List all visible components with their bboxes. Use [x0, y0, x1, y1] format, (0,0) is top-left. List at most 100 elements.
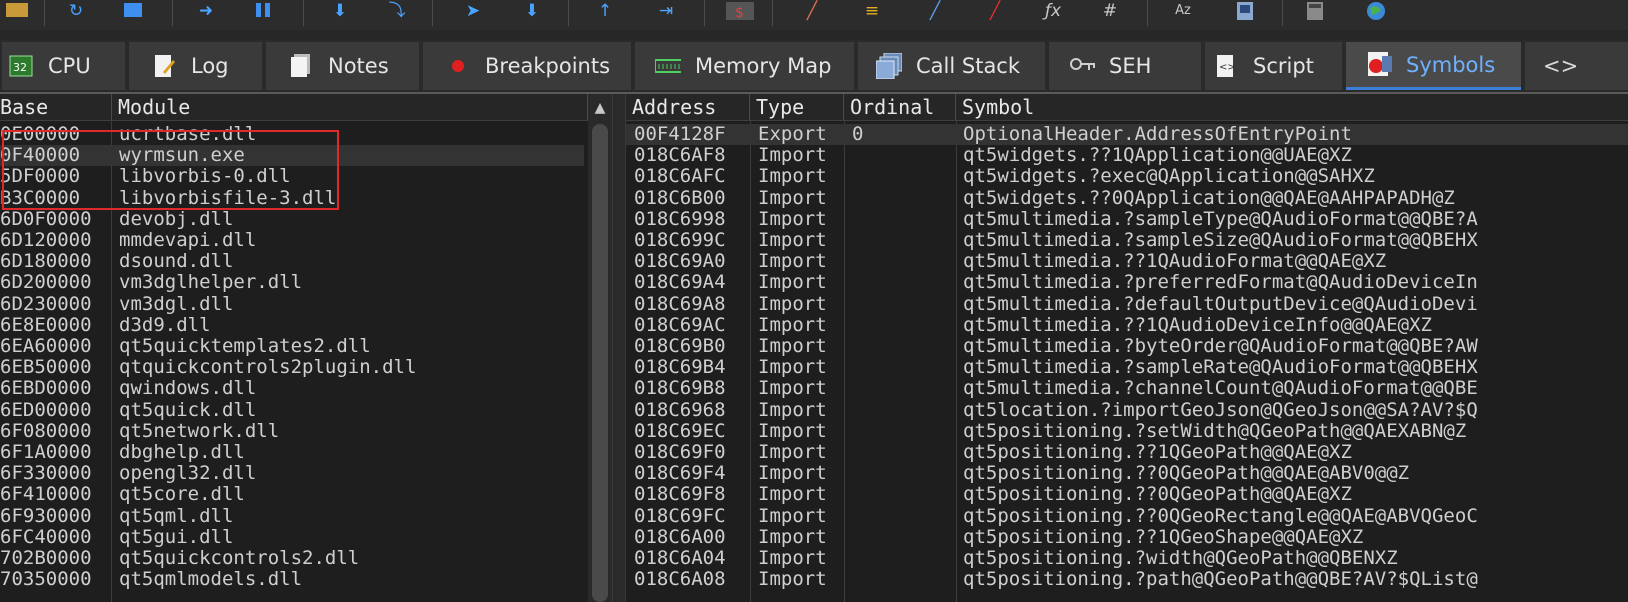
column-header-ordinal[interactable]: Ordinal: [844, 94, 956, 120]
table-row[interactable]: 6D200000 vm3dglhelper.dll: [0, 272, 584, 293]
column-header-symbol[interactable]: Symbol: [956, 94, 1628, 120]
symbol-name: qt5widgets.??0QApplication@@QAE@AAHPAPAD…: [963, 187, 1455, 209]
table-row[interactable]: 018C6AF8 Import qt5widgets.??1QApplication…: [626, 145, 1628, 166]
tab-notes[interactable]: Notes: [266, 42, 419, 90]
table-row[interactable]: 00F4128F Export 0 OptionalHeader.AddressOfE…: [626, 124, 1628, 145]
table-row[interactable]: 6EA60000 qt5quicktemplates2.dll: [0, 336, 584, 357]
symbol-address: 018C69F0: [634, 442, 726, 463]
function-icon[interactable]: ƒx: [1036, 2, 1070, 20]
pause-icon[interactable]: [250, 2, 276, 20]
column-header-type[interactable]: Type: [750, 94, 844, 120]
table-row[interactable]: 6EB50000 qtquickcontrols2plugin.dll: [0, 357, 584, 378]
module-name: qwindows.dll: [119, 378, 257, 400]
table-row[interactable]: 018C6A04 Import qt5positioning.?width@QGeo…: [626, 548, 1628, 569]
symbol-address: 018C69A8: [634, 293, 726, 315]
table-row[interactable]: 6D180000 dsound.dll: [0, 251, 584, 272]
notepad-icon[interactable]: [1232, 2, 1258, 20]
symbol-type: Import: [758, 187, 827, 209]
table-row[interactable]: 018C69FC Import qt5positioning.??0QGeoRect…: [626, 506, 1628, 527]
tab-log[interactable]: Log: [129, 42, 262, 90]
table-row[interactable]: 6D230000 vm3dgl.dll: [0, 294, 584, 315]
module-base-address: 6E8E0000: [0, 314, 92, 336]
table-row[interactable]: 018C6B00 Import qt5widgets.??0QApplication…: [626, 188, 1628, 209]
table-row[interactable]: 018C69EC Import qt5positioning.?setWidth@Q…: [626, 421, 1628, 442]
table-row[interactable]: 702B0000 qt5quickcontrols2.dll: [0, 548, 584, 569]
table-row[interactable]: 6ED00000 qt5quick.dll: [0, 400, 584, 421]
scroll-thumb[interactable]: [592, 124, 608, 602]
symbol-address: 018C69B0: [634, 336, 726, 357]
symbol-type: Import: [758, 230, 827, 251]
tab-breakpoints[interactable]: Breakpoints: [423, 42, 631, 90]
panel-splitter[interactable]: [612, 94, 626, 602]
symbol-type: Import: [758, 293, 827, 315]
trace-into-icon[interactable]: ↑: [590, 2, 620, 20]
table-row[interactable]: 6EBD0000 qwindows.dll: [0, 378, 584, 399]
table-row[interactable]: 018C6968 Import qt5location.?importGeoJson…: [626, 400, 1628, 421]
column-header-base[interactable]: Base: [0, 94, 112, 120]
table-row[interactable]: 6F410000 qt5core.dll: [0, 484, 584, 505]
stop-icon[interactable]: [120, 2, 146, 20]
symbol-address: 018C6AFC: [634, 166, 726, 188]
symbol-name: qt5widgets.??1QApplication@@UAE@XZ: [963, 145, 1352, 167]
globe-icon[interactable]: [1362, 2, 1390, 20]
table-row[interactable]: 70350000 qt5qmlmodels.dll: [0, 569, 584, 590]
symbol-address: 018C69AC: [634, 314, 726, 336]
save-icon[interactable]: [4, 2, 30, 20]
run-icon[interactable]: ➜: [190, 2, 222, 20]
table-row[interactable]: 018C69B0 Import qt5multimedia.?byteOrder@Q…: [626, 336, 1628, 357]
tab-symbols[interactable]: Symbols: [1346, 42, 1521, 90]
table-row[interactable]: 6F330000 opengl32.dll: [0, 463, 584, 484]
table-row[interactable]: 018C69A4 Import qt5multimedia.?preferredFo…: [626, 272, 1628, 293]
bookmark-icon[interactable]: ╱: [978, 2, 1012, 20]
symbol-name: qt5widgets.?exec@QApplication@@SAHXZ: [963, 166, 1375, 188]
tab-seh[interactable]: SEH: [1049, 42, 1201, 90]
column-header-module[interactable]: Module: [112, 94, 588, 120]
symbol-address: 018C6AF8: [634, 145, 726, 167]
restart-icon[interactable]: ↻: [60, 2, 92, 20]
table-row[interactable]: 018C69F0 Import qt5positioning.??1QGeoPath…: [626, 442, 1628, 463]
tab-memory-map[interactable]: Memory Map: [635, 42, 854, 90]
table-row[interactable]: 018C69A8 Import qt5multimedia.?defaultOutp…: [626, 294, 1628, 315]
label-icon[interactable]: ╱: [918, 2, 952, 20]
table-row[interactable]: 018C6998 Import qt5multimedia.?sampleType@…: [626, 209, 1628, 230]
step-into-icon[interactable]: ⬇: [325, 2, 355, 20]
font-icon[interactable]: Az: [1168, 2, 1198, 20]
table-row[interactable]: 6D120000 mmdevapi.dll: [0, 230, 584, 251]
script-icon[interactable]: $: [725, 2, 755, 20]
symbol-ordinal: [852, 506, 952, 527]
tab-script[interactable]: <> Script: [1205, 42, 1342, 90]
table-row[interactable]: 6D0F0000 devobj.dll: [0, 209, 584, 230]
hash-icon[interactable]: #: [1096, 2, 1124, 20]
table-row[interactable]: 018C69A0 Import qt5multimedia.??1QAudioFor…: [626, 251, 1628, 272]
table-row[interactable]: 6F1A0000 dbghelp.dll: [0, 442, 584, 463]
module-name: d3d9.dll: [119, 314, 211, 336]
tab-bar: 32 CPU Log Notes Breakpoints Memory Map …: [0, 40, 1628, 92]
table-row[interactable]: 018C699C Import qt5multimedia.?sampleSize@…: [626, 230, 1628, 251]
column-header-address[interactable]: Address: [626, 94, 750, 120]
table-row[interactable]: 6E8E0000 d3d9.dll: [0, 315, 584, 336]
trace-over-icon[interactable]: ⇥: [648, 2, 684, 20]
execute-till-return-icon[interactable]: ➤: [455, 2, 491, 20]
table-row[interactable]: 018C69B4 Import qt5multimedia.?sampleRate@…: [626, 357, 1628, 378]
tab-more[interactable]: <>: [1525, 42, 1628, 90]
table-row[interactable]: 018C69F8 Import qt5positioning.??0QGeoPath…: [626, 484, 1628, 505]
run-to-user-code-icon[interactable]: ⬇: [517, 2, 547, 20]
patch-icon[interactable]: ╱: [795, 2, 829, 20]
scroll-up-arrow-icon[interactable]: ▲: [588, 98, 612, 118]
table-row[interactable]: 018C69B8 Import qt5multimedia.?channelCoun…: [626, 378, 1628, 399]
calculator-icon[interactable]: [1302, 2, 1328, 20]
table-row[interactable]: 6F080000 qt5network.dll: [0, 421, 584, 442]
tab-cpu[interactable]: 32 CPU: [2, 42, 125, 90]
table-row[interactable]: 018C6A08 Import qt5positioning.?path@QGeoP…: [626, 569, 1628, 590]
vertical-scrollbar[interactable]: ▲: [588, 94, 612, 602]
comment-icon[interactable]: ≡: [856, 2, 888, 20]
table-row[interactable]: 018C69AC Import qt5multimedia.??1QAudioDev…: [626, 315, 1628, 336]
symbol-type: Import: [758, 251, 827, 273]
table-row[interactable]: 018C6AFC Import qt5widgets.?exec@QApplicat…: [626, 166, 1628, 187]
table-row[interactable]: 6F930000 qt5qml.dll: [0, 506, 584, 527]
step-over-icon[interactable]: ⤵: [382, 2, 412, 20]
tab-call-stack[interactable]: Call Stack: [858, 42, 1045, 90]
table-row[interactable]: 018C69F4 Import qt5positioning.??0QGeoPath…: [626, 463, 1628, 484]
table-row[interactable]: 6FC40000 qt5gui.dll: [0, 527, 584, 548]
table-row[interactable]: 018C6A00 Import qt5positioning.??1QGeoShap…: [626, 527, 1628, 548]
